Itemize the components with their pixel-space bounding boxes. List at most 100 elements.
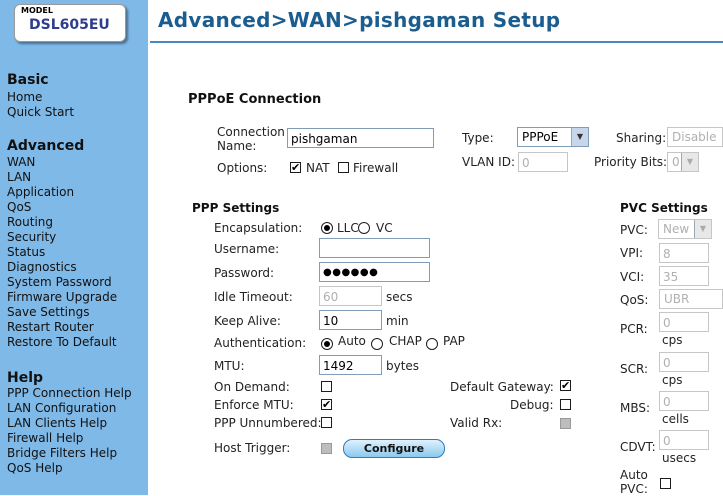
nat-checkbox[interactable]: ✔: [290, 162, 301, 173]
sharing-select[interactable]: Disable: [667, 127, 723, 147]
type-select[interactable]: PPPoE ▼: [517, 127, 589, 147]
default-gateway-label: Default Gateway:: [450, 380, 554, 394]
nav-item-security[interactable]: Security: [7, 230, 117, 245]
nav-item-restore-default[interactable]: Restore To Default: [7, 335, 117, 350]
type-label: Type:: [462, 131, 494, 145]
qos-select-value: UBR: [664, 292, 690, 306]
mtu-input[interactable]: 1492: [319, 355, 382, 375]
scr-label: SCR:: [620, 362, 649, 376]
username-label: Username:: [214, 242, 280, 256]
vlan-id-label: VLAN ID:: [462, 155, 515, 169]
vpi-input[interactable]: 8: [659, 243, 709, 263]
nav-item-application[interactable]: Application: [7, 185, 117, 200]
valid-rx-checkbox[interactable]: [560, 418, 571, 429]
username-input[interactable]: [319, 238, 430, 258]
nav-item-restart-router[interactable]: Restart Router: [7, 320, 117, 335]
sharing-label: Sharing:: [616, 131, 667, 145]
nav-heading-help: Help: [7, 370, 44, 386]
nat-label: NAT: [306, 161, 330, 175]
firewall-checkbox[interactable]: [338, 162, 349, 173]
nav-item-diagnostics[interactable]: Diagnostics: [7, 260, 117, 275]
keep-alive-unit: min: [386, 314, 409, 328]
scr-input[interactable]: 0: [659, 352, 709, 372]
auto-pvc-label-line2: PVC:: [620, 482, 648, 496]
vlan-id-input[interactable]: 0: [518, 152, 568, 172]
auto-pvc-checkbox[interactable]: [660, 478, 671, 489]
chevron-down-icon: ▼: [694, 220, 711, 238]
host-trigger-checkbox[interactable]: [321, 443, 332, 454]
nav-item-bridge-filters-help[interactable]: Bridge Filters Help: [7, 446, 132, 461]
encapsulation-label: Encapsulation:: [214, 221, 303, 235]
encapsulation-vc-label: VC: [376, 221, 393, 235]
chevron-down-icon: ▼: [571, 128, 588, 146]
sidebar: MODEL DSL605EU Basic Home Quick Start Ad…: [0, 0, 148, 495]
nav-item-save-settings[interactable]: Save Settings: [7, 305, 117, 320]
nav-item-qos-help[interactable]: QoS Help: [7, 461, 132, 476]
nav-item-firewall-help[interactable]: Firewall Help: [7, 431, 132, 446]
nav-heading-basic: Basic: [7, 72, 49, 88]
enforce-mtu-checkbox[interactable]: ✔: [321, 399, 332, 410]
nav-item-lan-clients-help[interactable]: LAN Clients Help: [7, 416, 132, 431]
pvc-select-value: New: [663, 222, 690, 236]
auto-pvc-label: Auto PVC:: [620, 468, 648, 496]
debug-checkbox[interactable]: [560, 399, 571, 410]
idle-timeout-input[interactable]: 60: [319, 286, 382, 306]
nav-item-wan[interactable]: WAN: [7, 155, 117, 170]
qos-label: QoS:: [620, 293, 649, 307]
nav-item-home[interactable]: Home: [7, 90, 74, 105]
pvc-select[interactable]: New ▼: [658, 219, 712, 239]
mtu-unit: bytes: [386, 359, 420, 373]
pcr-input[interactable]: 0: [659, 312, 709, 332]
ppp-unnumbered-checkbox[interactable]: [321, 417, 332, 428]
encapsulation-llc-radio[interactable]: [321, 222, 333, 234]
connection-name-label: Connection Name:: [217, 125, 285, 153]
mbs-unit: cells: [662, 412, 689, 426]
nav-item-ppp-help[interactable]: PPP Connection Help: [7, 386, 132, 401]
logo-name: DSL605EU: [29, 17, 110, 33]
configure-button[interactable]: Configure: [343, 439, 445, 458]
connection-name-input[interactable]: pishgaman: [287, 128, 434, 148]
mbs-input[interactable]: 0: [659, 391, 709, 411]
logo-model: MODEL: [21, 6, 53, 15]
logo: MODEL DSL605EU: [14, 4, 126, 42]
nav-list-basic: Home Quick Start: [7, 90, 74, 120]
nav-item-firmware-upgrade[interactable]: Firmware Upgrade: [7, 290, 117, 305]
type-select-value: PPPoE: [522, 130, 559, 144]
auth-pap-radio[interactable]: [426, 338, 438, 350]
mbs-label: MBS:: [620, 401, 651, 415]
scr-unit: cps: [662, 373, 683, 387]
encapsulation-vc-radio[interactable]: [358, 222, 370, 234]
connection-name-label-line2: Name:: [217, 139, 257, 153]
vci-input[interactable]: 35: [659, 266, 709, 286]
vci-label: VCI:: [620, 270, 645, 284]
nav-list-help: PPP Connection Help LAN Configuration LA…: [7, 386, 132, 476]
encapsulation-llc-label: LLC: [337, 221, 359, 235]
auth-auto-radio[interactable]: [321, 338, 333, 350]
nav-item-system-password[interactable]: System Password: [7, 275, 117, 290]
mtu-label: MTU:: [214, 359, 245, 373]
pppoe-heading: PPPoE Connection: [188, 92, 322, 107]
nav-item-status[interactable]: Status: [7, 245, 117, 260]
chevron-down-icon: ▼: [681, 153, 698, 171]
nav-item-quick-start[interactable]: Quick Start: [7, 105, 74, 120]
auth-pap-label: PAP: [443, 334, 465, 348]
cdvt-input[interactable]: 0: [659, 430, 709, 450]
enforce-mtu-label: Enforce MTU:: [214, 398, 294, 412]
keep-alive-input[interactable]: 10: [319, 310, 382, 330]
ppp-unnumbered-label: PPP Unnumbered:: [214, 416, 322, 430]
nav-item-lan[interactable]: LAN: [7, 170, 117, 185]
page-title: Advanced>WAN>pishgaman Setup: [158, 8, 561, 32]
ppp-settings-heading: PPP Settings: [192, 201, 280, 215]
default-gateway-checkbox[interactable]: ✔: [560, 380, 571, 391]
nav-item-qos[interactable]: QoS: [7, 200, 117, 215]
password-input[interactable]: ●●●●●●: [319, 262, 430, 282]
pvc-label: PVC:: [620, 223, 648, 237]
qos-select[interactable]: UBR: [659, 289, 723, 309]
nav-item-lan-configuration[interactable]: LAN Configuration: [7, 401, 132, 416]
auth-chap-radio[interactable]: [371, 338, 383, 350]
password-label: Password:: [214, 266, 275, 280]
nav-item-routing[interactable]: Routing: [7, 215, 117, 230]
on-demand-checkbox[interactable]: [321, 381, 332, 392]
priority-bits-select[interactable]: 0 ▼: [667, 152, 699, 172]
auth-chap-label: CHAP: [389, 334, 422, 348]
